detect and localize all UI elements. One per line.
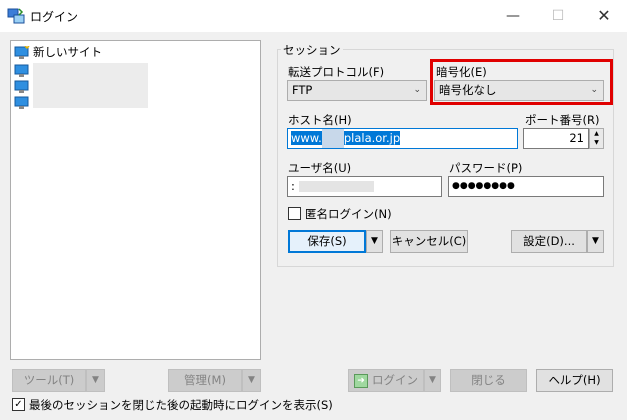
anonymous-checkbox[interactable] <box>288 207 301 220</box>
tree-item-site[interactable] <box>14 94 33 111</box>
user-redacted <box>298 181 374 192</box>
minimize-button[interactable]: — <box>490 0 536 32</box>
show-login-checkbox[interactable]: ✓ <box>12 398 25 411</box>
host-value-prefix: www. <box>291 131 322 145</box>
manage-button[interactable]: 管理(M) <box>168 369 242 392</box>
tools-button[interactable]: ツール(T) <box>12 369 86 392</box>
login-dropdown-arrow[interactable]: ▼ <box>424 369 441 392</box>
close-button[interactable]: 閉じる <box>450 369 527 392</box>
port-value: 21 <box>569 131 584 145</box>
user-input[interactable]: : <box>287 176 442 197</box>
encryption-highlight <box>430 59 613 105</box>
user-value: : <box>291 179 295 193</box>
site-icon <box>14 96 29 109</box>
host-redacted <box>321 129 344 148</box>
tree-item-site[interactable] <box>14 62 33 79</box>
maximize-button[interactable]: ☐ <box>535 0 581 32</box>
chevron-down-icon: ⌄ <box>413 85 421 95</box>
login-button[interactable]: ➜ ログイン <box>348 369 424 392</box>
new-site-icon <box>14 45 30 59</box>
password-label: パスワード(P) <box>449 161 523 175</box>
port-label: ポート番号(R) <box>525 113 600 127</box>
redacted-area <box>33 63 148 108</box>
session-legend: セッション <box>281 42 343 58</box>
anonymous-label[interactable]: 匿名ログイン(N) <box>305 206 392 222</box>
save-dropdown-arrow[interactable]: ▼ <box>366 230 383 253</box>
site-icon <box>14 64 29 77</box>
protocol-value: FTP <box>292 83 313 97</box>
save-button[interactable]: 保存(S) <box>288 230 366 253</box>
login-label: ログイン <box>372 373 418 387</box>
host-value-suffix: plala.or.jp <box>343 131 401 145</box>
tree-item-label: 新しいサイト <box>33 45 102 59</box>
window-title: ログイン <box>30 10 79 24</box>
close-window-button[interactable]: ✕ <box>581 0 627 32</box>
advanced-dropdown-arrow[interactable]: ▼ <box>587 230 604 253</box>
protocol-select[interactable]: FTP ⌄ <box>287 80 427 101</box>
tree-item-new-site[interactable]: 新しいサイト <box>14 44 102 61</box>
tools-dropdown-arrow[interactable]: ▼ <box>86 369 105 392</box>
host-input[interactable]: www. plala.or.jp <box>287 128 518 149</box>
password-input[interactable]: ●●●●●●●● <box>448 176 604 197</box>
tree-item-site[interactable] <box>14 78 33 95</box>
protocol-label: 転送プロトコル(F) <box>288 65 385 79</box>
login-icon: ➜ <box>354 373 368 388</box>
site-icon <box>14 80 29 93</box>
show-login-label[interactable]: 最後のセッションを閉じた後の起動時にログインを表示(S) <box>29 397 333 413</box>
app-icon <box>7 8 25 24</box>
title-bar: ログイン — ☐ ✕ <box>0 0 627 32</box>
advanced-button[interactable]: 設定(D)... <box>511 230 587 253</box>
port-input[interactable]: 21 <box>523 128 589 149</box>
host-label: ホスト名(H) <box>288 113 352 127</box>
manage-dropdown-arrow[interactable]: ▼ <box>242 369 261 392</box>
site-tree[interactable]: 新しいサイト <box>10 40 261 360</box>
help-button[interactable]: ヘルプ(H) <box>536 369 613 392</box>
password-value: ●●●●●●●● <box>452 181 515 191</box>
port-spinner[interactable]: ▲ ▼ <box>589 128 604 149</box>
user-label: ユーザ名(U) <box>288 161 352 175</box>
cancel-button[interactable]: キャンセル(C) <box>390 230 468 253</box>
